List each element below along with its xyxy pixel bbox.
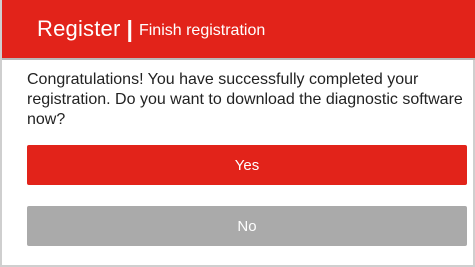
dialog-header: Register | Finish registration (2, 0, 475, 60)
yes-button[interactable]: Yes (27, 145, 467, 185)
dialog-message: Congratulations! You have successfully c… (27, 71, 463, 128)
no-button[interactable]: No (27, 206, 467, 246)
dialog-subtitle: Finish registration (138, 21, 266, 39)
registration-dialog: Register | Finish registration Congratul… (0, 0, 475, 267)
dialog-title: Register (37, 16, 121, 41)
title-separator: | (126, 15, 133, 42)
no-button-label: No (237, 217, 257, 235)
yes-button-label: Yes (234, 156, 260, 174)
